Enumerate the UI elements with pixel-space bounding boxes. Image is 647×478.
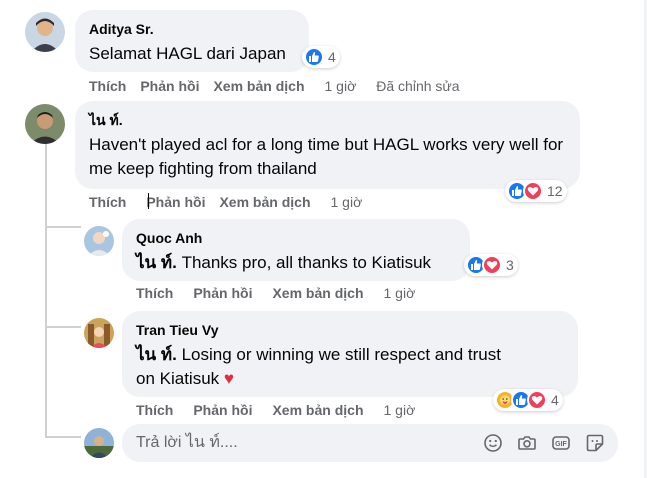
reply-message-line1: Losing or winning we still respect and t… [181, 345, 501, 364]
comment-text: Haven't played acl for a long time but H… [89, 135, 564, 178]
thread-line-branch-2 [45, 326, 81, 328]
timestamp[interactable]: 1 giờ [331, 194, 363, 210]
edited-label[interactable]: Đã chỉnh sửa [376, 78, 459, 94]
thread-line-main [45, 140, 47, 436]
comment-text: Selamat HAGL dari Japan [89, 44, 286, 63]
gif-icon[interactable]: GIF [550, 432, 572, 454]
love-icon [482, 255, 502, 275]
like-button[interactable]: Thích [136, 402, 173, 418]
current-user-avatar[interactable] [84, 428, 114, 458]
mention-link[interactable]: ไน ท์. [136, 345, 177, 364]
reaction-count: 3 [506, 257, 514, 273]
reply-button[interactable]: Phản hồi [193, 285, 252, 301]
like-button[interactable]: Thích [136, 285, 173, 301]
reply-bubble: Quoc Anh ไน ท์. Thanks pro, all thanks t… [122, 219, 470, 281]
comment-author[interactable]: ไน ท์. [89, 111, 566, 129]
reply-actions: Thích Phản hồi Xem bản dịch 1 giờ [136, 285, 415, 301]
svg-text:GIF: GIF [555, 441, 567, 448]
reply-text: ไน ท์. Thanks pro, all thanks to Kiatisu… [136, 251, 456, 275]
reaction-summary[interactable]: 4 [493, 389, 563, 411]
reaction-count: 4 [328, 49, 336, 65]
reply-input[interactable] [122, 424, 470, 462]
emoji-icon[interactable] [482, 432, 504, 454]
reply-button[interactable]: Phản hồi [193, 402, 252, 418]
reply-bubble: Tran Tieu Vy ไน ท์. Losing or winning we… [122, 311, 578, 397]
text-cursor [148, 193, 149, 209]
mention-link[interactable]: ไน ท์. [136, 253, 177, 272]
avatar[interactable] [25, 12, 65, 52]
reply-message-line2: on Kiatisuk [136, 369, 220, 388]
heart-emoji: ♥ [223, 369, 234, 388]
reply-author[interactable]: Quoc Anh [136, 229, 456, 247]
love-icon [527, 390, 547, 410]
avatar[interactable] [84, 226, 114, 256]
reply-message: Thanks pro, all thanks to Kiatisuk [181, 253, 432, 272]
reaction-summary[interactable]: 3 [464, 254, 518, 276]
translate-button[interactable]: Xem bản dịch [213, 78, 304, 94]
reaction-summary[interactable]: 12 [505, 180, 567, 202]
reply-button[interactable]: Phản hồi [140, 78, 199, 94]
timestamp[interactable]: 1 giờ [384, 402, 416, 418]
like-button[interactable]: Thích [89, 194, 126, 210]
love-icon [523, 181, 543, 201]
comment-actions: Thích Phản hồi Xem bản dịch 1 giờ Đã chỉ… [89, 78, 460, 94]
translate-button[interactable]: Xem bản dịch [219, 194, 310, 210]
reply-composer: GIF [122, 424, 618, 462]
reply-actions: Thích Phản hồi Xem bản dịch 1 giờ [136, 402, 415, 418]
like-icon [304, 47, 324, 67]
like-button[interactable]: Thích [89, 78, 126, 94]
reply-button[interactable]: Phản hồi [146, 194, 205, 210]
sticker-icon[interactable] [584, 432, 606, 454]
reaction-count: 12 [547, 183, 563, 199]
reply-text: ไน ท์. Losing or winning we still respec… [136, 343, 564, 367]
translate-button[interactable]: Xem bản dịch [272, 285, 363, 301]
thread-line-branch-1 [45, 226, 81, 228]
translate-button[interactable]: Xem bản dịch [272, 402, 363, 418]
comment-bubble: Aditya Sr. Selamat HAGL dari Japan [75, 10, 309, 72]
timestamp[interactable]: 1 giờ [384, 285, 416, 301]
reaction-summary[interactable]: 4 [302, 46, 340, 68]
comment-author[interactable]: Aditya Sr. [89, 20, 295, 38]
camera-icon[interactable] [516, 432, 538, 454]
reply-text-line2: on Kiatisuk ♥ [136, 367, 564, 391]
comment-bubble: ไน ท์. Haven't played acl for a long tim… [75, 101, 580, 189]
timestamp[interactable]: 1 giờ [325, 78, 357, 94]
comment-actions: Thích Phản hồi Xem bản dịch 1 giờ [89, 194, 362, 210]
avatar[interactable] [84, 318, 114, 348]
avatar[interactable] [25, 104, 65, 144]
thread-line-branch-3 [45, 436, 81, 438]
reaction-count: 4 [551, 392, 559, 408]
reply-author[interactable]: Tran Tieu Vy [136, 321, 564, 339]
